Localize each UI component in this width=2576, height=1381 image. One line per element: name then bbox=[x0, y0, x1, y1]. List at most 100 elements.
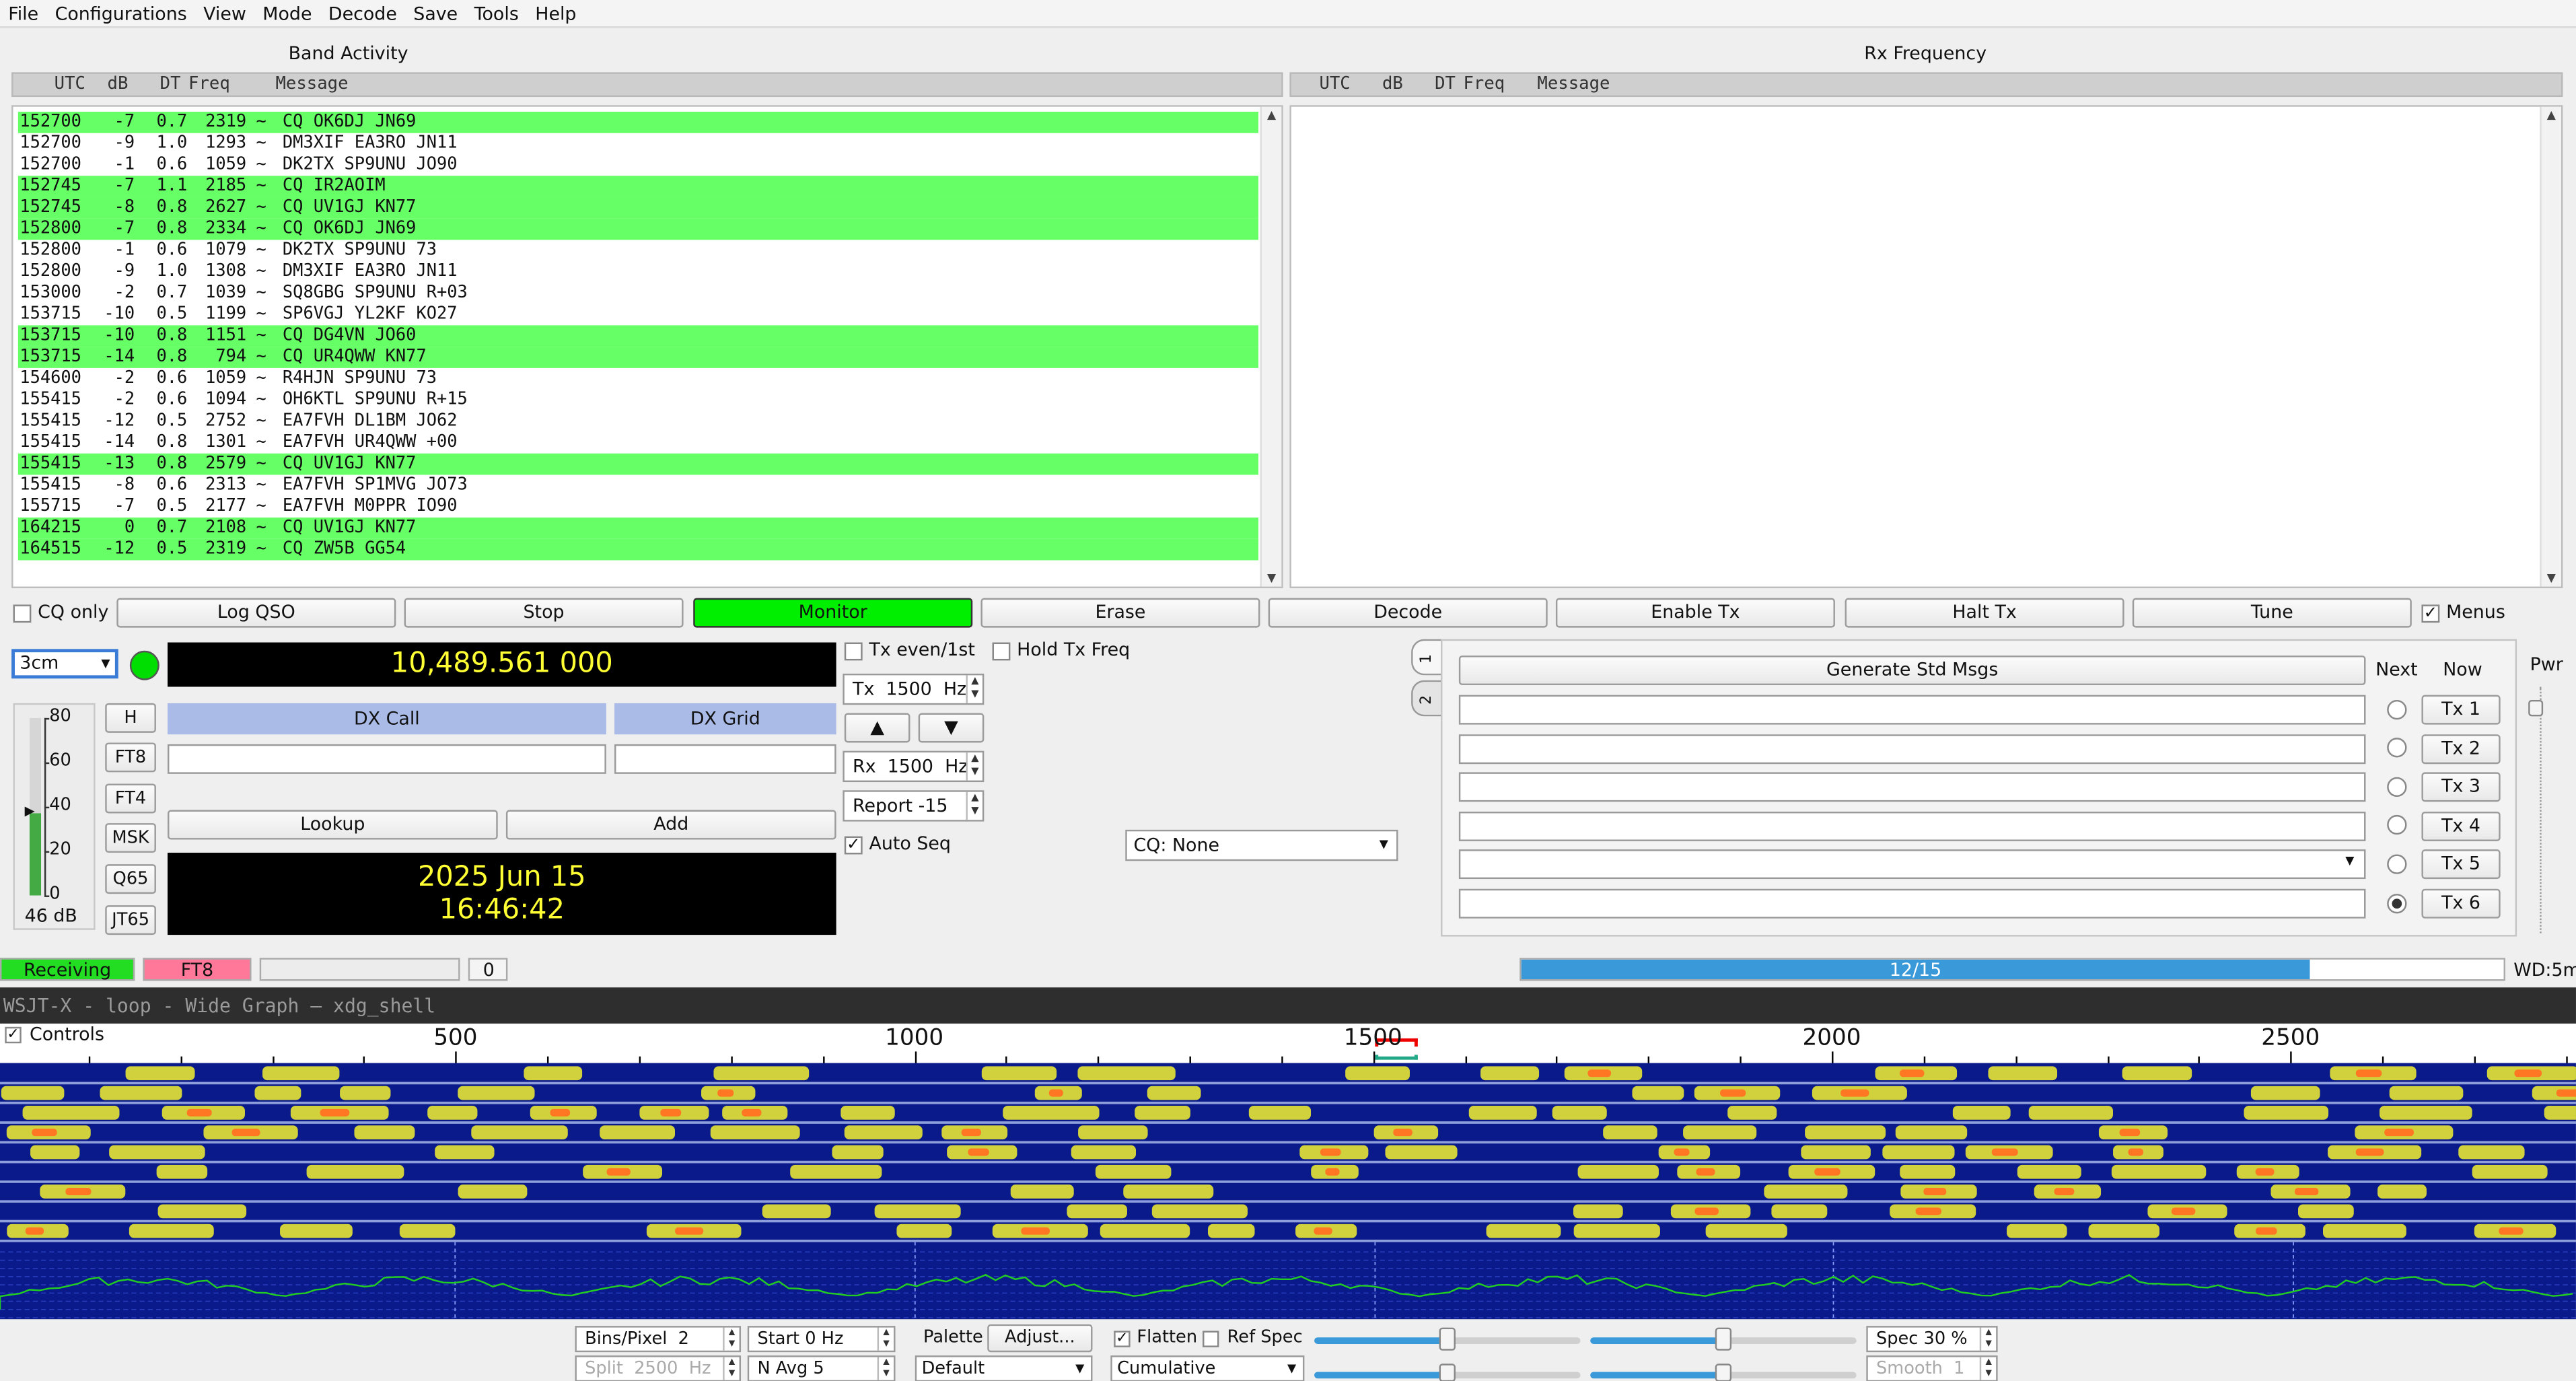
cq-dropdown-icon[interactable]: ▼ bbox=[1380, 831, 1388, 859]
cq-selector[interactable]: CQ: None ▼ bbox=[1125, 829, 1398, 861]
mode-ft8-button[interactable]: FT8 bbox=[105, 742, 156, 773]
split-arrows-icon[interactable]: ▲ ▼ bbox=[723, 1357, 739, 1380]
adjust-button[interactable]: Adjust... bbox=[987, 1324, 1093, 1353]
tab-2[interactable]: 2 bbox=[1411, 680, 1443, 717]
tx5-next-radio[interactable] bbox=[2387, 854, 2407, 874]
report-spin-arrows-icon[interactable]: ▲ ▼ bbox=[966, 791, 982, 820]
tx5-message-combo[interactable]: ▼ bbox=[1458, 849, 2366, 880]
cq-only-checkbox[interactable] bbox=[13, 604, 32, 623]
tx6-message-input[interactable] bbox=[1458, 888, 2366, 919]
tx3-next-radio[interactable] bbox=[2387, 777, 2407, 798]
decode-row[interactable]: 155715 -7 0.5 2177 ~ EA7FVH M0PPR IO90 bbox=[18, 496, 1258, 518]
decode-row[interactable]: 164515 -12 0.5 2319 ~ CQ ZW5B GG54 bbox=[17, 538, 1259, 561]
decode-row[interactable]: 152700 -1 0.6 1059 ~ DK2TX SP9UNU JO90 bbox=[18, 154, 1258, 176]
menu-view[interactable]: View bbox=[195, 0, 254, 27]
spec-arrows-icon[interactable]: ▲ ▼ bbox=[1979, 1327, 1996, 1351]
tx4-next-radio[interactable] bbox=[2387, 814, 2407, 835]
mode-jt65-button[interactable]: JT65 bbox=[105, 905, 156, 935]
waterfall-display[interactable] bbox=[0, 1063, 2576, 1320]
hold-tx-freq-checkbox[interactable] bbox=[992, 642, 1011, 661]
gain-slider-handle[interactable] bbox=[1439, 1327, 1456, 1351]
tune-button[interactable]: Tune bbox=[2132, 598, 2412, 628]
tx6-now-button[interactable]: Tx 6 bbox=[2421, 888, 2501, 919]
tx2-next-radio[interactable] bbox=[2387, 738, 2407, 758]
band-activity-list[interactable]: 152700 -7 0.7 2319 ~ CQ OK6DJ JN69 152700 -9 1.0… bbox=[11, 105, 1283, 588]
decode-row[interactable]: 164215 0 0.7 2108 ~ CQ UV1GJ KN77 bbox=[17, 518, 1259, 539]
navg-arrows-icon[interactable]: ▲ ▼ bbox=[877, 1357, 894, 1380]
tx1-now-button[interactable]: Tx 1 bbox=[2421, 695, 2501, 725]
tx-up-button[interactable]: ▲ bbox=[844, 713, 910, 743]
decode-row[interactable]: 152800 -9 1.0 1308 ~ DM3XIF EA3RO JN11 bbox=[18, 261, 1258, 283]
spec-zero-slider-handle[interactable] bbox=[1715, 1364, 1732, 1381]
auto-seq-checkbox[interactable]: ✓ bbox=[844, 836, 863, 855]
decode-row[interactable]: 153715 -14 0.8 794 ~ CQ UR4QWW KN77 bbox=[17, 347, 1259, 368]
bins-arrows-icon[interactable]: ▲ ▼ bbox=[723, 1327, 739, 1351]
menu-decode[interactable]: Decode bbox=[320, 0, 405, 27]
dx-call-input[interactable] bbox=[168, 744, 606, 774]
lookup-button[interactable]: Lookup bbox=[168, 810, 498, 840]
decode-row[interactable]: 152745 -7 1.1 2185 ~ CQ IR2AOIM bbox=[17, 176, 1259, 197]
mode-ft4-button[interactable]: FT4 bbox=[105, 783, 156, 814]
rx-spin-arrows-icon[interactable]: ▲ ▼ bbox=[966, 752, 982, 781]
spectrum-dropdown-icon[interactable]: ▼ bbox=[1287, 1357, 1296, 1380]
add-button[interactable]: Add bbox=[505, 810, 836, 840]
bins-per-pixel-spinbox[interactable]: Bins/Pixel 2 ▲ ▼ bbox=[575, 1326, 742, 1353]
scroll-up-icon[interactable]: ▲ bbox=[1262, 107, 1281, 123]
rx-scroll-down-icon[interactable]: ▼ bbox=[2542, 570, 2561, 586]
spec-gain-slider-handle[interactable] bbox=[1439, 1364, 1456, 1381]
tx3-now-button[interactable]: Tx 3 bbox=[2421, 772, 2501, 802]
tx1-next-radio[interactable] bbox=[2387, 699, 2407, 720]
decode-row[interactable]: 152700 -7 0.7 2319 ~ CQ OK6DJ JN69 bbox=[17, 112, 1259, 133]
menu-mode[interactable]: Mode bbox=[254, 0, 320, 27]
zero-slider-handle[interactable] bbox=[1715, 1327, 1732, 1351]
menu-file[interactable]: File bbox=[0, 0, 46, 27]
tx3-message-input[interactable] bbox=[1458, 772, 2366, 802]
menu-help[interactable]: Help bbox=[527, 0, 585, 27]
decode-row[interactable]: 155415 -14 0.8 1301 ~ EA7FVH UR4QWW +00 bbox=[18, 432, 1258, 454]
tx2-now-button[interactable]: Tx 2 bbox=[2421, 734, 2501, 765]
erase-button[interactable]: Erase bbox=[980, 598, 1260, 628]
controls-checkbox[interactable]: ✓ bbox=[5, 1026, 22, 1044]
decode-row[interactable]: 155415 -8 0.6 2313 ~ EA7FVH SP1MVG JO73 bbox=[18, 475, 1258, 497]
log-qso-button[interactable]: Log QSO bbox=[116, 598, 396, 628]
n-avg-spinbox[interactable]: N Avg 5 ▲ ▼ bbox=[747, 1355, 896, 1381]
mode-q65-button[interactable]: Q65 bbox=[105, 864, 156, 894]
split-spinbox[interactable]: Split 2500 Hz ▲ ▼ bbox=[575, 1355, 742, 1381]
scroll-down-icon[interactable]: ▼ bbox=[1262, 570, 1281, 586]
mode-msk-button[interactable]: MSK bbox=[105, 823, 156, 853]
tx1-message-input[interactable] bbox=[1458, 695, 2366, 725]
smooth-arrows-icon[interactable]: ▲ ▼ bbox=[1979, 1357, 1996, 1380]
menus-checkbox[interactable]: ✓ bbox=[2421, 604, 2440, 623]
report-spinbox[interactable]: Report -15 ▲ ▼ bbox=[843, 790, 985, 822]
decode-row[interactable]: 155415 -13 0.8 2579 ~ CQ UV1GJ KN77 bbox=[17, 453, 1259, 475]
decode-row[interactable]: 153000 -2 0.7 1039 ~ SQ8GBG SP9UNU R+03 bbox=[18, 283, 1258, 304]
tab-1[interactable]: 1 bbox=[1411, 639, 1443, 676]
monitor-button[interactable]: Monitor bbox=[693, 598, 973, 628]
tx4-message-input[interactable] bbox=[1458, 812, 2366, 841]
power-slider-track[interactable] bbox=[2540, 686, 2542, 933]
spec-percent-spinbox[interactable]: Spec 30 % ▲ ▼ bbox=[1866, 1326, 1998, 1353]
dx-grid-input[interactable] bbox=[614, 744, 836, 774]
mode-h-button[interactable]: H bbox=[105, 703, 156, 733]
decode-row[interactable]: 152800 -7 0.8 2334 ~ CQ OK6DJ JN69 bbox=[17, 218, 1259, 240]
menu-save[interactable]: Save bbox=[405, 0, 466, 27]
decode-row[interactable]: 152800 -1 0.6 1079 ~ DK2TX SP9UNU 73 bbox=[18, 240, 1258, 261]
palette-dropdown-icon[interactable]: ▼ bbox=[1075, 1357, 1084, 1380]
smooth-spinbox[interactable]: Smooth 1 ▲ ▼ bbox=[1866, 1355, 1998, 1381]
decode-button[interactable]: Decode bbox=[1268, 598, 1548, 628]
decode-row[interactable]: 152700 -9 1.0 1293 ~ DM3XIF EA3RO JN11 bbox=[18, 133, 1258, 155]
decode-row[interactable]: 155415 -12 0.5 2752 ~ EA7FVH DL1BM JO62 bbox=[18, 411, 1258, 432]
rx-frequency-spinbox[interactable]: Rx 1500 Hz ▲ ▼ bbox=[843, 750, 985, 783]
power-slider-handle[interactable] bbox=[2528, 699, 2544, 717]
start-frequency-spinbox[interactable]: Start 0 Hz ▲ ▼ bbox=[747, 1326, 896, 1353]
flatten-checkbox[interactable]: ✓ bbox=[1114, 1331, 1131, 1347]
decode-row[interactable]: 153715 -10 0.5 1199 ~ SP6VGJ YL2KF KO27 bbox=[18, 304, 1258, 326]
stop-button[interactable]: Stop bbox=[404, 598, 684, 628]
tx-down-button[interactable]: ▼ bbox=[918, 713, 985, 743]
tx-frequency-spinbox[interactable]: Tx 1500 Hz ▲ ▼ bbox=[843, 673, 985, 705]
menu-tools[interactable]: Tools bbox=[466, 0, 527, 27]
spin-arrows-icon[interactable]: ▲ ▼ bbox=[966, 675, 982, 703]
rx-frequency-scrollbar[interactable]: ▲ ▼ bbox=[2540, 106, 2561, 587]
band-activity-scrollbar[interactable]: ▲ ▼ bbox=[1260, 106, 1282, 587]
tx6-next-radio[interactable] bbox=[2387, 894, 2407, 914]
